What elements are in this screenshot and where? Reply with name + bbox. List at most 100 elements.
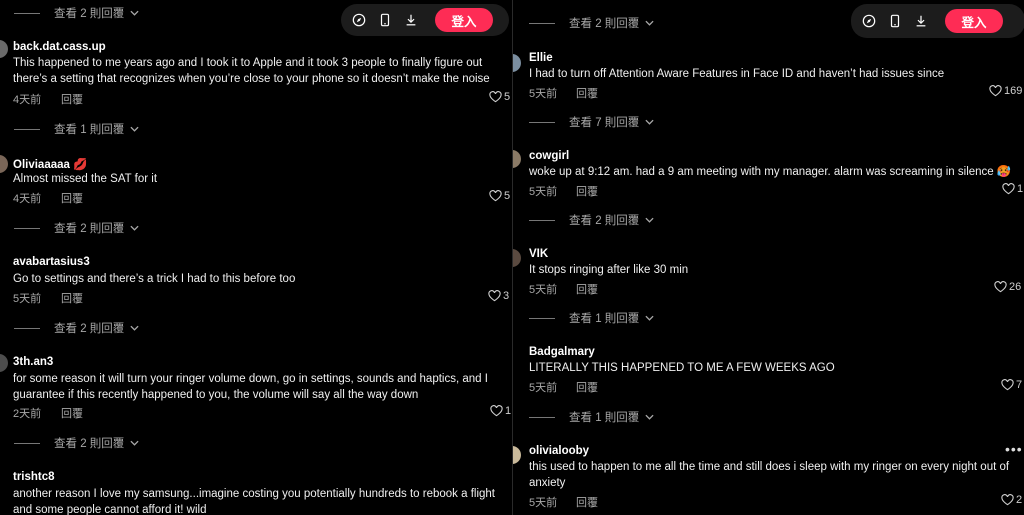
comments-panel-right: 查看 2 則回覆 登入 Ellie I had to turn off Atte… <box>513 0 1024 515</box>
heart-icon <box>1002 183 1015 195</box>
reply-button[interactable]: 回覆 <box>61 190 83 206</box>
reply-button[interactable]: 回覆 <box>576 281 598 297</box>
avatar[interactable] <box>513 54 521 72</box>
comment-text: guarantee if this recently happened to y… <box>13 389 419 401</box>
like-button[interactable]: 5 <box>489 91 510 103</box>
compass-icon[interactable] <box>861 13 877 29</box>
comment-timestamp: 4天前 <box>13 94 42 106</box>
view-replies-button[interactable]: 查看 1 則回覆 <box>529 310 654 326</box>
like-count: 3 <box>503 290 510 302</box>
compass-icon[interactable] <box>351 12 367 28</box>
comment-username[interactable]: olivialooby <box>529 445 589 457</box>
chevron-down-icon <box>645 20 654 26</box>
comment-text: anxiety <box>529 477 566 489</box>
avatar[interactable] <box>0 354 8 372</box>
reply-button[interactable]: 回覆 <box>61 405 83 421</box>
login-button[interactable]: 登入 <box>435 8 493 32</box>
top-toolbar: 登入 <box>341 4 509 36</box>
more-icon[interactable]: ••• <box>1005 441 1023 457</box>
comment-text: woke up at 9:12 am. had a 9 am meeting w… <box>529 166 1012 178</box>
comment-timestamp: 5天前 <box>13 293 42 305</box>
comment-timestamp: 5天前 <box>529 88 558 100</box>
chevron-down-icon <box>645 414 654 420</box>
comment-text: there’s a setting that recognizes when y… <box>13 73 490 85</box>
download-icon[interactable] <box>403 12 419 28</box>
like-count: 26 <box>1009 281 1022 293</box>
comment-timestamp: 4天前 <box>13 193 42 205</box>
mobile-icon[interactable] <box>887 13 903 29</box>
view-replies-button[interactable]: 查看 1 則回覆 <box>529 409 654 425</box>
download-icon[interactable] <box>913 13 929 29</box>
comment-username[interactable]: Ellie <box>529 52 553 64</box>
chevron-down-icon <box>130 325 139 331</box>
like-button[interactable]: 3 <box>488 290 509 302</box>
chevron-down-icon <box>130 440 139 446</box>
view-replies-button[interactable]: 查看 7 則回覆 <box>529 114 654 130</box>
avatar[interactable] <box>513 446 521 464</box>
view-replies-button[interactable]: 查看 2 則回覆 <box>529 212 654 228</box>
like-button[interactable]: 2 <box>1001 494 1022 506</box>
heart-icon <box>488 290 501 302</box>
like-button[interactable]: 26 <box>994 281 1021 293</box>
chevron-down-icon <box>130 126 139 132</box>
comment-text: This happened to me years ago and I took… <box>13 57 483 69</box>
reply-button[interactable]: 回覆 <box>576 494 598 510</box>
heart-icon <box>1001 379 1014 391</box>
chevron-down-icon <box>130 225 139 231</box>
heart-icon <box>1001 494 1014 506</box>
reply-button[interactable]: 回覆 <box>576 85 598 101</box>
heart-icon <box>989 85 1002 97</box>
comment-username[interactable]: cowgirl <box>529 150 569 162</box>
heart-icon <box>490 405 503 417</box>
view-replies-button[interactable]: 查看 2 則回覆 <box>14 5 139 21</box>
chevron-down-icon <box>645 315 654 321</box>
comment-text: Go to settings and there’s a trick I had… <box>13 273 296 285</box>
comment-timestamp: 5天前 <box>529 284 558 296</box>
heart-icon <box>994 281 1007 293</box>
avatar[interactable] <box>513 150 521 168</box>
comment-timestamp: 5天前 <box>529 382 558 394</box>
view-replies-button[interactable]: 查看 2 則回覆 <box>14 435 139 451</box>
chevron-down-icon <box>130 10 139 16</box>
avatar[interactable] <box>513 249 521 267</box>
mobile-icon[interactable] <box>377 12 393 28</box>
reply-button[interactable]: 回覆 <box>576 183 598 199</box>
heart-icon <box>489 91 502 103</box>
avatar[interactable] <box>0 155 8 173</box>
like-count: 1 <box>505 405 512 417</box>
comment-username[interactable]: VIK <box>529 248 548 260</box>
comment-text: this used to happen to me all the time a… <box>529 461 1010 473</box>
like-count: 5 <box>504 190 511 202</box>
like-count: 1 <box>1017 183 1024 195</box>
comment-username[interactable]: Oliviaaaaa 💋 <box>13 157 87 171</box>
view-replies-button[interactable]: 查看 2 則回覆 <box>14 220 139 236</box>
view-replies-button[interactable]: 查看 2 則回覆 <box>529 15 654 31</box>
comment-username[interactable]: avabartasius3 <box>13 256 90 268</box>
comment-text: LITERALLY THIS HAPPENED TO ME A FEW WEEK… <box>529 362 835 374</box>
like-button[interactable]: 1 <box>1002 183 1023 195</box>
reply-button[interactable]: 回覆 <box>61 290 83 306</box>
like-button[interactable]: 169 <box>989 85 1022 97</box>
comment-username[interactable]: 3th.an3 <box>13 356 53 368</box>
comment-username[interactable]: back.dat.cass.up <box>13 41 106 53</box>
reply-button[interactable]: 回覆 <box>61 91 83 107</box>
comment-text: I had to turn off Attention Aware Featur… <box>529 68 945 80</box>
top-toolbar: 登入 <box>851 4 1024 38</box>
comment-text: for some reason it will turn your ringer… <box>13 373 488 385</box>
comment-text: Almost missed the SAT for it <box>13 173 158 185</box>
like-count: 5 <box>504 91 511 103</box>
comment-username[interactable]: trishtc8 <box>13 471 55 483</box>
like-count: 7 <box>1016 379 1023 391</box>
like-button[interactable]: 7 <box>1001 379 1022 391</box>
heart-icon <box>489 190 502 202</box>
comment-username[interactable]: Badgalmary <box>529 346 595 358</box>
comment-timestamp: 2天前 <box>13 408 42 420</box>
view-replies-button[interactable]: 查看 1 則回覆 <box>14 121 139 137</box>
comment-timestamp: 5天前 <box>529 497 558 509</box>
avatar[interactable] <box>0 40 8 58</box>
like-button[interactable]: 5 <box>489 190 510 202</box>
like-button[interactable]: 1 <box>490 405 511 417</box>
login-button[interactable]: 登入 <box>945 9 1003 33</box>
reply-button[interactable]: 回覆 <box>576 379 598 395</box>
view-replies-button[interactable]: 查看 2 則回覆 <box>14 320 139 336</box>
